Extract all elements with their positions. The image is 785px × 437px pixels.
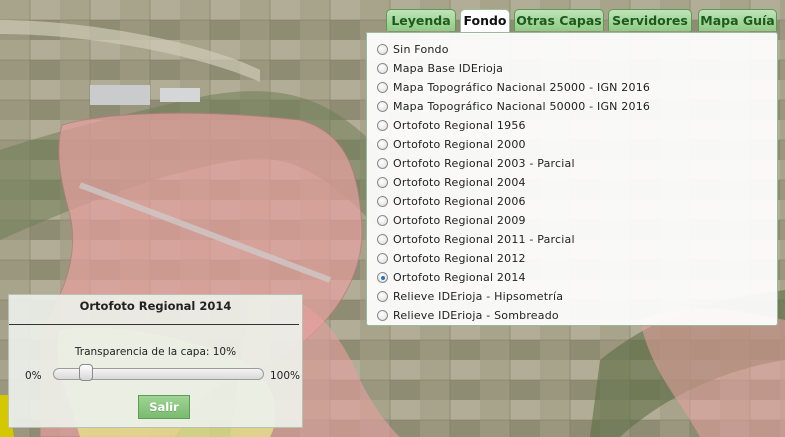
basemap-option[interactable]: Ortofoto Regional 2003 - Parcial — [377, 154, 777, 173]
basemap-option-label: Mapa Base IDErioja — [393, 62, 504, 75]
basemap-option[interactable]: Ortofoto Regional 2009 — [377, 211, 777, 230]
basemap-option[interactable]: Mapa Topográfico Nacional 25000 - IGN 20… — [377, 78, 777, 97]
basemap-option[interactable]: Relieve IDErioja - Sombreado — [377, 306, 777, 325]
basemap-option-label: Mapa Topográfico Nacional 50000 - IGN 20… — [393, 100, 651, 113]
basemap-option[interactable]: Relieve IDErioja - Hipsometría — [377, 287, 777, 306]
basemap-option-label: Ortofoto Regional 2000 — [393, 138, 526, 151]
basemap-option-label: Ortofoto Regional 2009 — [393, 214, 526, 227]
basemap-option[interactable]: Ortofoto Regional 1956 — [377, 116, 777, 135]
basemap-option[interactable]: Mapa Topográfico Nacional 50000 - IGN 20… — [377, 97, 777, 116]
radio-button[interactable] — [377, 177, 388, 188]
basemap-option[interactable]: Ortofoto Regional 2004 — [377, 173, 777, 192]
radio-button[interactable] — [377, 215, 388, 226]
basemap-option[interactable]: Ortofoto Regional 2006 — [377, 192, 777, 211]
radio-button[interactable] — [377, 291, 388, 302]
basemap-option-label: Ortofoto Regional 2003 - Parcial — [393, 157, 575, 170]
radio-button[interactable] — [377, 82, 388, 93]
tab-otras-capas[interactable]: Otras Capas — [514, 9, 604, 31]
basemap-option[interactable]: Ortofoto Regional 2000 — [377, 135, 777, 154]
radio-button[interactable] — [377, 120, 388, 131]
basemap-option-label: Ortofoto Regional 2004 — [393, 176, 526, 189]
radio-button[interactable] — [377, 63, 388, 74]
radio-button[interactable] — [377, 310, 388, 321]
basemap-option-label: Ortofoto Regional 2006 — [393, 195, 526, 208]
radio-button[interactable] — [377, 139, 388, 150]
transparency-dialog: Ortofoto Regional 2014 Transparencia de … — [8, 294, 303, 428]
basemap-option[interactable]: Ortofoto Regional 2011 - Parcial — [377, 230, 777, 249]
fondo-panel: Sin Fondo Mapa Base IDErioja Mapa Topográf… — [366, 32, 778, 326]
tab-fondo[interactable]: Fondo — [460, 9, 510, 34]
basemap-option-label: Relieve IDErioja - Sombreado — [393, 309, 559, 322]
tab-leyenda[interactable]: Leyenda — [386, 9, 456, 31]
slider-handle[interactable] — [78, 364, 93, 381]
radio-button[interactable] — [377, 101, 388, 112]
basemap-option-label: Mapa Topográfico Nacional 25000 - IGN 20… — [393, 81, 651, 94]
dialog-title: Ortofoto Regional 2014 — [79, 299, 232, 313]
radio-button[interactable] — [377, 234, 388, 245]
basemap-option-list: Sin Fondo Mapa Base IDErioja Mapa Topográf… — [367, 33, 777, 325]
transparency-label: Transparencia de la capa: 10% — [74, 346, 237, 358]
dialog-divider — [9, 324, 299, 325]
basemap-option-label: Ortofoto Regional 2012 — [393, 252, 526, 265]
basemap-option-label: Ortofoto Regional 2014 — [393, 271, 526, 284]
slider-min-label: 0% — [25, 370, 42, 382]
exit-button[interactable]: Salir — [138, 395, 190, 419]
basemap-option[interactable]: Ortofoto Regional 2012 — [377, 249, 777, 268]
radio-button[interactable] — [377, 196, 388, 207]
basemap-option-label: Ortofoto Regional 1956 — [393, 119, 526, 132]
radio-button[interactable] — [377, 158, 388, 169]
basemap-option-label: Sin Fondo — [393, 43, 449, 56]
basemap-option-label: Relieve IDErioja - Hipsometría — [393, 290, 564, 303]
tab-mapa-guia[interactable]: Mapa Guía — [698, 9, 777, 31]
basemap-option[interactable]: Sin Fondo — [377, 40, 777, 59]
slider-max-label: 100% — [270, 370, 301, 382]
basemap-option[interactable]: Ortofoto Regional 2014 — [377, 268, 777, 287]
radio-button[interactable] — [377, 44, 388, 55]
radio-button-checked[interactable] — [377, 272, 388, 283]
basemap-option[interactable]: Mapa Base IDErioja — [377, 59, 777, 78]
basemap-option-label: Ortofoto Regional 2011 - Parcial — [393, 233, 575, 246]
tab-servidores[interactable]: Servidores — [608, 9, 692, 31]
radio-button[interactable] — [377, 253, 388, 264]
